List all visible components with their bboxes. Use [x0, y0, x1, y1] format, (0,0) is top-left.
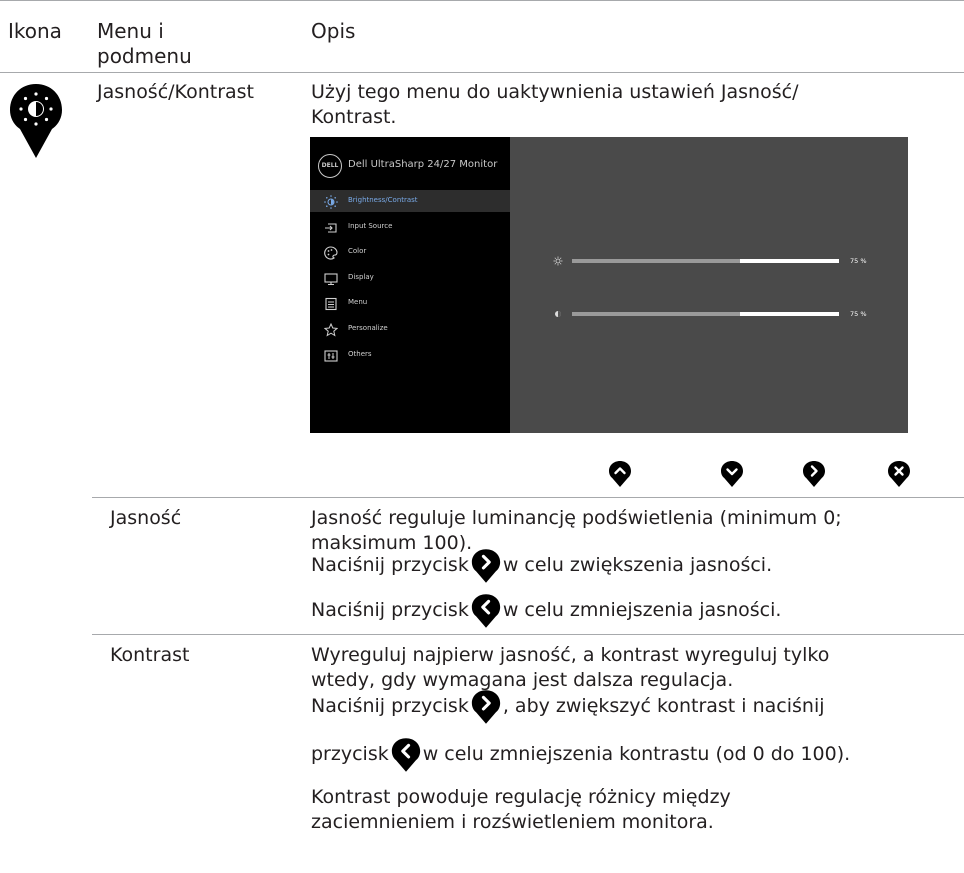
- input-source-icon: [325, 223, 337, 233]
- left-button-icon: [391, 737, 420, 772]
- osd-screenshot: DELL Dell UltraSharp 24/27 Monitor Brigh…: [310, 137, 908, 433]
- osd-contrast-slider-track: [740, 312, 839, 316]
- column-header-description: Opis: [311, 19, 356, 43]
- osd-brightness-value: 75 %: [850, 257, 867, 265]
- osd-item-label: Color: [348, 247, 367, 255]
- top-rule: [0, 0, 964, 1]
- osd-contrast-value: 75 %: [850, 310, 867, 318]
- contrast-description: Wyreguluj najpierw jasność, a kontrast w…: [311, 644, 830, 691]
- brightness-contrast-icon: [10, 84, 62, 158]
- up-button-icon: [609, 461, 631, 487]
- brightness-increase-line: Naciśnij przycisk w celu zwiększenia jasn…: [311, 547, 772, 584]
- osd-item-brightness-contrast[interactable]: Brightness/Contrast: [310, 191, 510, 213]
- contrast-increase-line: Naciśnij przycisk , aby zwiększyć kontras…: [311, 688, 825, 725]
- display-icon: [324, 273, 338, 286]
- menu-name-contrast: Kontrast: [110, 644, 190, 666]
- osd-item-label: Menu: [348, 298, 368, 306]
- osd-item-others[interactable]: Others: [310, 345, 510, 367]
- right-button-icon: [803, 461, 825, 487]
- contrast-note: Kontrast powoduje regulację różnicy międ…: [311, 786, 731, 833]
- osd-title: Dell UltraSharp 24/27 Monitor: [348, 159, 498, 170]
- brightness-contrast-description: Użyj tego menu do uaktywnienia ustawień …: [311, 81, 799, 128]
- osd-item-color[interactable]: Color: [310, 242, 510, 264]
- down-button-icon: [721, 461, 743, 487]
- menu-icon: [325, 297, 337, 311]
- osd-contrast-slider[interactable]: [572, 312, 839, 316]
- instruction-text: , aby zwiększyć kontrast i naciśnij: [502, 695, 825, 717]
- instruction-text: Naciśnij przycisk: [311, 695, 469, 717]
- osd-item-input-source[interactable]: Input Source: [310, 217, 510, 239]
- row-rule-brightness: [92, 497, 964, 498]
- instruction-text: Naciśnij przycisk: [311, 599, 469, 621]
- header-rule: [0, 72, 964, 73]
- right-button-icon: [471, 689, 500, 724]
- star-icon: [324, 323, 338, 337]
- osd-brightness-slider-fill: [572, 259, 740, 263]
- osd-brightness-slider[interactable]: [572, 259, 839, 263]
- osd-item-menu[interactable]: Menu: [310, 293, 510, 315]
- dell-logo: DELL: [318, 154, 342, 178]
- others-icon: [324, 350, 338, 362]
- instruction-text: w celu zwiększenia jasności.: [502, 554, 773, 576]
- menu-name-brightness-contrast: Jasność/Kontrast: [97, 81, 254, 103]
- left-button-icon: [471, 593, 500, 628]
- instruction-text: w celu zmniejszenia kontrastu (od 0 do 1…: [422, 743, 851, 765]
- osd-item-display[interactable]: Display: [310, 268, 510, 290]
- column-header-menu: Menu i podmenu: [97, 19, 192, 68]
- instruction-text: Naciśnij przycisk: [311, 554, 469, 576]
- exit-button-icon: [888, 461, 910, 487]
- row-rule-contrast: [92, 634, 964, 635]
- osd-item-label: Input Source: [348, 222, 393, 230]
- brightness-decrease-line: Naciśnij przycisk w celu zmniejszenia jas…: [311, 592, 781, 629]
- osd-item-personalize[interactable]: Personalize: [310, 319, 510, 341]
- osd-item-label: Others: [348, 350, 372, 358]
- column-header-icon: Ikona: [8, 19, 62, 43]
- instruction-text: przycisk: [311, 743, 389, 765]
- menu-name-brightness: Jasność: [110, 507, 182, 529]
- right-button-icon: [471, 548, 500, 583]
- osd-contrast-slider-fill: [572, 312, 740, 316]
- brightness-icon: [324, 195, 338, 209]
- osd-brightness-sun-icon: [553, 256, 563, 266]
- contrast-decrease-line: przycisk w celu zmniejszenia kontrastu (o…: [311, 736, 850, 773]
- color-icon: [324, 246, 338, 260]
- osd-brightness-slider-track: [740, 259, 839, 263]
- instruction-text: w celu zmniejszenia jasności.: [502, 599, 782, 621]
- osd-item-label: Display: [348, 273, 374, 281]
- osd-sidebar: DELL Dell UltraSharp 24/27 Monitor Brigh…: [310, 137, 510, 433]
- osd-item-label: Personalize: [348, 324, 388, 332]
- osd-item-label: Brightness/Contrast: [348, 196, 418, 204]
- osd-contrast-icon: [555, 311, 561, 317]
